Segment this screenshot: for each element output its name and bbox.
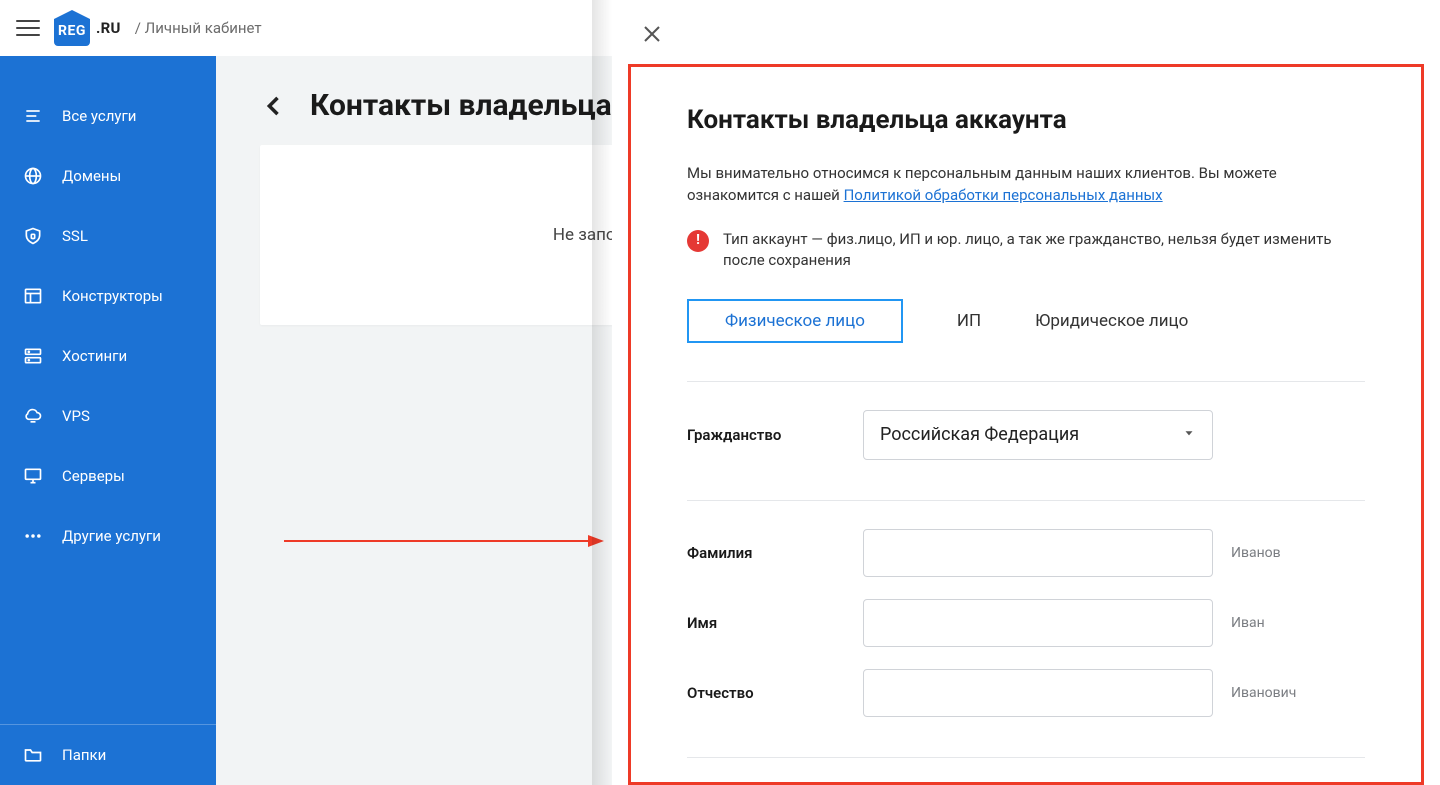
firstname-input[interactable] — [863, 599, 1213, 647]
sidebar-item-label: Хостинги — [62, 347, 127, 365]
panel-description: Мы внимательно относимся к персональным … — [687, 163, 1365, 207]
logo-badge: REG — [54, 10, 90, 46]
sidebar-item-constructors[interactable]: Конструкторы — [0, 266, 216, 326]
divider — [687, 757, 1365, 758]
tab-ip[interactable]: ИП — [957, 299, 981, 343]
server-stack-icon — [22, 345, 44, 367]
sidebar-item-label: Конструкторы — [62, 287, 163, 305]
sidebar-item-servers[interactable]: Серверы — [0, 446, 216, 506]
dots-icon — [22, 525, 44, 547]
divider — [687, 500, 1365, 501]
close-icon[interactable] — [640, 22, 664, 46]
sidebar-item-label: Папки — [62, 746, 106, 764]
sidebar-item-label: Домены — [62, 167, 121, 185]
hint-lastname: Иванов — [1231, 545, 1281, 561]
row-patronymic: Отчество Иванович — [687, 669, 1365, 717]
sidebar-item-other[interactable]: Другие услуги — [0, 506, 216, 566]
label-firstname: Имя — [687, 614, 863, 632]
sidebar-item-domains[interactable]: Домены — [0, 146, 216, 206]
tab-legal-entity[interactable]: Юридическое лицо — [1035, 299, 1188, 343]
row-citizenship: Гражданство Российская Федерация — [687, 410, 1365, 460]
row-lastname: Фамилия Иванов — [687, 529, 1365, 577]
hint-firstname: Иван — [1231, 615, 1265, 631]
monitor-icon — [22, 465, 44, 487]
sidebar-item-label: Все услуги — [62, 107, 136, 125]
cloud-server-icon — [22, 405, 44, 427]
lastname-input[interactable] — [863, 529, 1213, 577]
sidebar-item-folders[interactable]: Папки — [0, 725, 216, 785]
folder-icon — [22, 744, 44, 766]
layout-icon — [22, 285, 44, 307]
panel-warning-text: Тип аккаунт — физ.лицо, ИП и юр. лицо, а… — [723, 229, 1365, 271]
sidebar-item-label: Серверы — [62, 467, 125, 485]
hint-patronymic: Иванович — [1231, 685, 1296, 701]
logo[interactable]: REG .RU — [54, 10, 121, 46]
divider — [687, 381, 1365, 382]
sidebar-item-label: Другие услуги — [62, 527, 161, 545]
sidebar-item-label: VPS — [62, 407, 90, 425]
chevron-down-icon — [1182, 424, 1196, 445]
panel-warning: ! Тип аккаунт — физ.лицо, ИП и юр. лицо,… — [687, 229, 1365, 271]
label-patronymic: Отчество — [687, 684, 863, 702]
sidebar-item-hosting[interactable]: Хостинги — [0, 326, 216, 386]
sidebar-item-label: SSL — [62, 227, 88, 245]
patronymic-input[interactable] — [863, 669, 1213, 717]
back-chevron-icon[interactable] — [260, 92, 288, 120]
panel-body: Контакты владельца аккаунта Мы вниматель… — [628, 64, 1424, 785]
account-type-tabs: Физическое лицо ИП Юридическое лицо — [687, 299, 1365, 343]
logo-suffix: .RU — [96, 19, 121, 37]
list-icon — [22, 105, 44, 127]
sidebar-item-all-services[interactable]: Все услуги — [0, 86, 216, 146]
sidebar: Все услуги Домены SSL Конструкторы Хости… — [0, 56, 216, 785]
contacts-panel: Контакты владельца аккаунта Мы вниматель… — [612, 0, 1440, 785]
globe-icon — [22, 165, 44, 187]
panel-title: Контакты владельца аккаунта — [687, 105, 1365, 135]
warning-icon: ! — [687, 230, 709, 252]
row-firstname: Имя Иван — [687, 599, 1365, 647]
citizenship-value: Российская Федерация — [880, 424, 1079, 445]
label-citizenship: Гражданство — [687, 426, 863, 444]
label-lastname: Фамилия — [687, 544, 863, 562]
citizenship-select[interactable]: Российская Федерация — [863, 410, 1213, 460]
tab-individual[interactable]: Физическое лицо — [687, 299, 903, 343]
logo-badge-text: REG — [58, 23, 86, 39]
sidebar-item-vps[interactable]: VPS — [0, 386, 216, 446]
menu-icon[interactable] — [16, 16, 40, 40]
shield-lock-icon — [22, 225, 44, 247]
breadcrumb: / Личный кабинет — [135, 19, 262, 37]
sidebar-item-ssl[interactable]: SSL — [0, 206, 216, 266]
privacy-policy-link[interactable]: Политикой обработки персональных данных — [844, 186, 1163, 204]
